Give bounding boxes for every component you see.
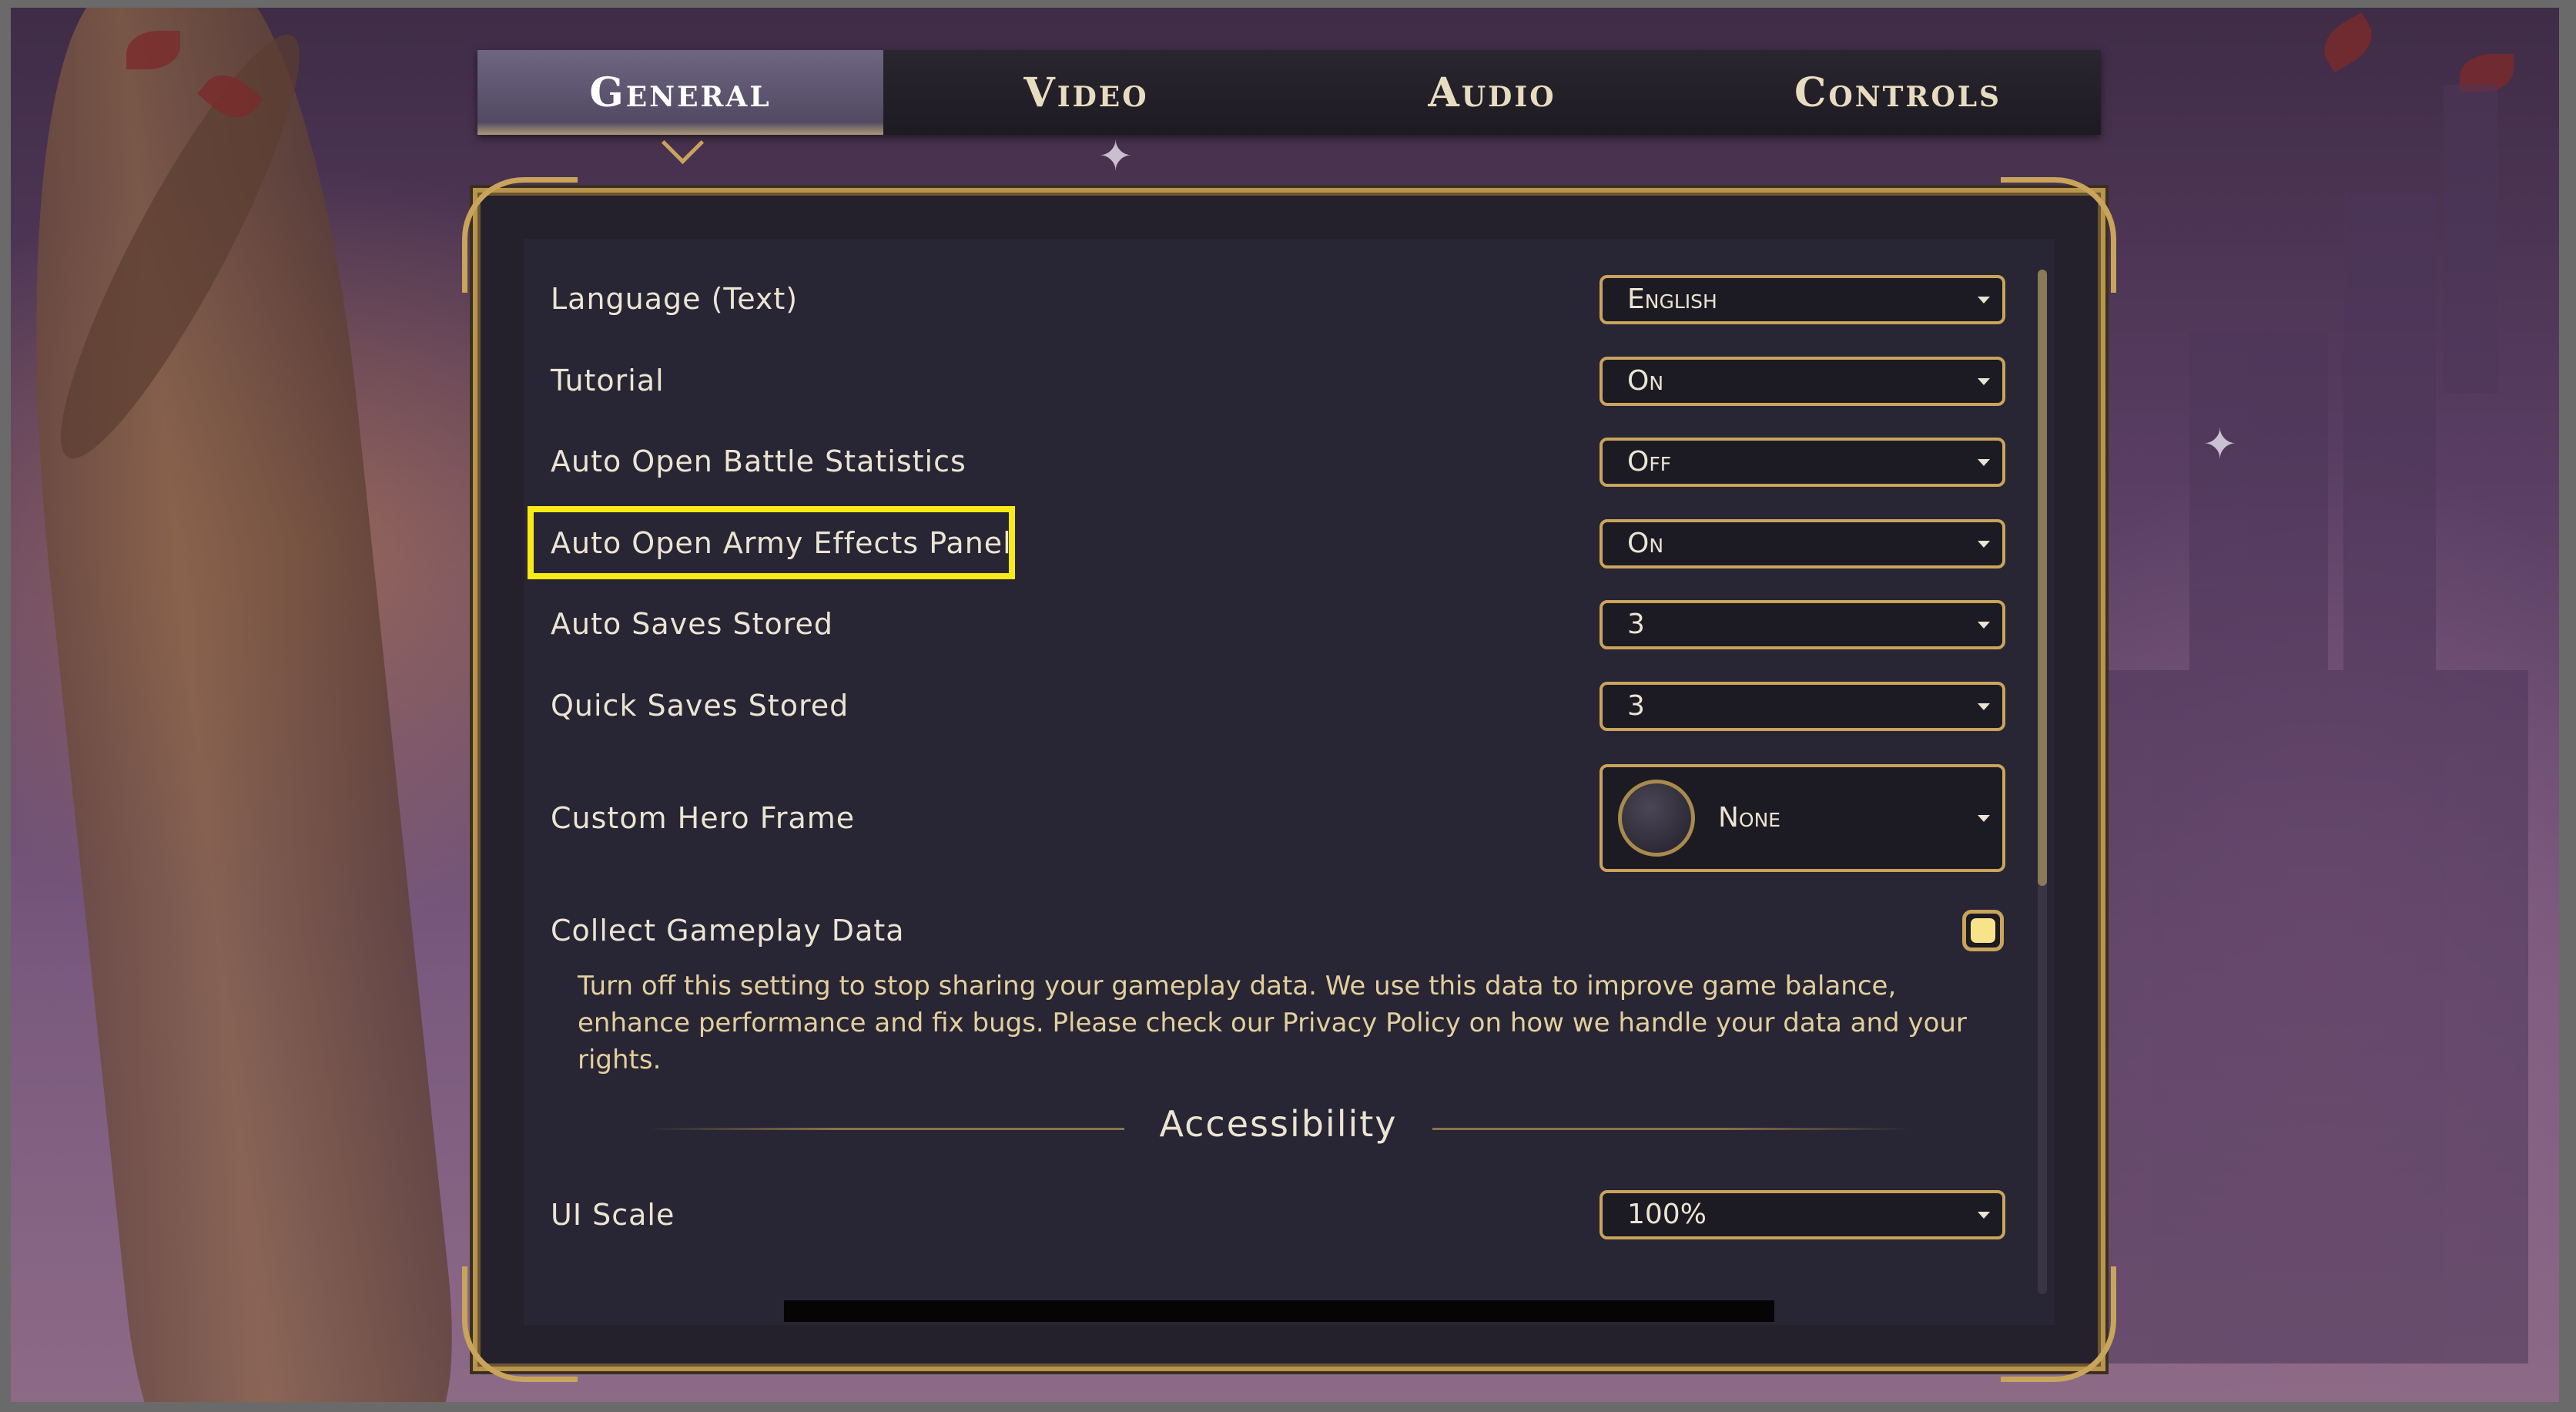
ui-scale-dropdown[interactable]: 100%	[1600, 1190, 2005, 1239]
tab-audio-label: Audio	[1428, 69, 1556, 116]
hero-frame-value: None	[1718, 802, 1781, 833]
hero-frame-dropdown[interactable]: None	[1600, 764, 2005, 872]
bottom-bar	[784, 1300, 1774, 1322]
accessibility-section-heading: Accessibility	[1159, 1103, 1398, 1145]
sparkle-icon: ✦	[1098, 132, 1134, 180]
tab-controls-label: Controls	[1794, 69, 2002, 116]
quick-saves-dropdown[interactable]: 3	[1600, 682, 2005, 731]
auto-battle-stats-value: Off	[1627, 446, 1672, 478]
settings-tab-bar: General Video Audio Controls	[477, 50, 2101, 165]
chevron-down-icon	[1978, 1212, 1990, 1219]
hero-frame-label: Custom Hero Frame	[551, 801, 856, 835]
language-label: Language (Text)	[551, 282, 799, 316]
gameplay-data-description: Turn off this setting to stop sharing yo…	[578, 971, 1967, 1075]
language-value: English	[1627, 283, 1717, 315]
chevron-down-icon	[1978, 622, 1990, 629]
auto-battle-stats-label: Auto Open Battle Statistics	[551, 444, 966, 478]
auto-battle-stats-dropdown[interactable]: Off	[1600, 438, 2005, 487]
tab-video-label: Video	[1023, 69, 1149, 116]
settings-scrollbar-thumb[interactable]	[2038, 270, 2047, 886]
section-divider-right	[1432, 1128, 1910, 1130]
chevron-down-icon	[1978, 459, 1990, 466]
tutorial-label: Tutorial	[551, 364, 665, 397]
checkbox-checked-indicator	[1971, 918, 1995, 943]
chevron-down-icon	[1978, 378, 1990, 385]
chevron-down-icon	[1978, 815, 1990, 822]
auto-saves-dropdown[interactable]: 3	[1600, 600, 2005, 649]
language-dropdown[interactable]: English	[1600, 275, 2005, 324]
gameplay-data-label: Collect Gameplay Data	[551, 914, 905, 947]
section-divider-left	[647, 1128, 1124, 1130]
chevron-down-icon	[1978, 703, 1990, 710]
auto-army-effects-dropdown[interactable]: On	[1600, 519, 2005, 568]
chevron-down-icon	[1978, 541, 1990, 548]
castle-silhouette	[2097, 54, 2528, 1363]
tutorial-value: On	[1627, 365, 1664, 397]
hero-frame-avatar	[1618, 780, 1695, 857]
ui-scale-label: UI Scale	[551, 1198, 675, 1232]
tab-general[interactable]: General	[477, 50, 883, 165]
tutorial-dropdown[interactable]: On	[1600, 357, 2005, 406]
gameplay-data-checkbox[interactable]	[1962, 910, 2004, 951]
tab-general-label: General	[589, 69, 772, 116]
auto-army-effects-value: On	[1627, 528, 1664, 559]
sparkle-icon: ✦	[2202, 420, 2238, 468]
chevron-down-icon	[1978, 297, 1990, 304]
tab-video[interactable]: Video	[883, 50, 1289, 135]
settings-scrollbar[interactable]	[2038, 270, 2047, 1294]
tab-audio[interactable]: Audio	[1289, 50, 1695, 135]
auto-saves-label: Auto Saves Stored	[551, 607, 834, 641]
highlight-box	[528, 506, 1015, 579]
tab-controls[interactable]: Controls	[1695, 50, 2101, 135]
ui-scale-value: 100%	[1627, 1199, 1707, 1230]
quick-saves-label: Quick Saves Stored	[551, 689, 849, 723]
auto-saves-value: 3	[1627, 609, 1645, 640]
quick-saves-value: 3	[1627, 690, 1645, 722]
